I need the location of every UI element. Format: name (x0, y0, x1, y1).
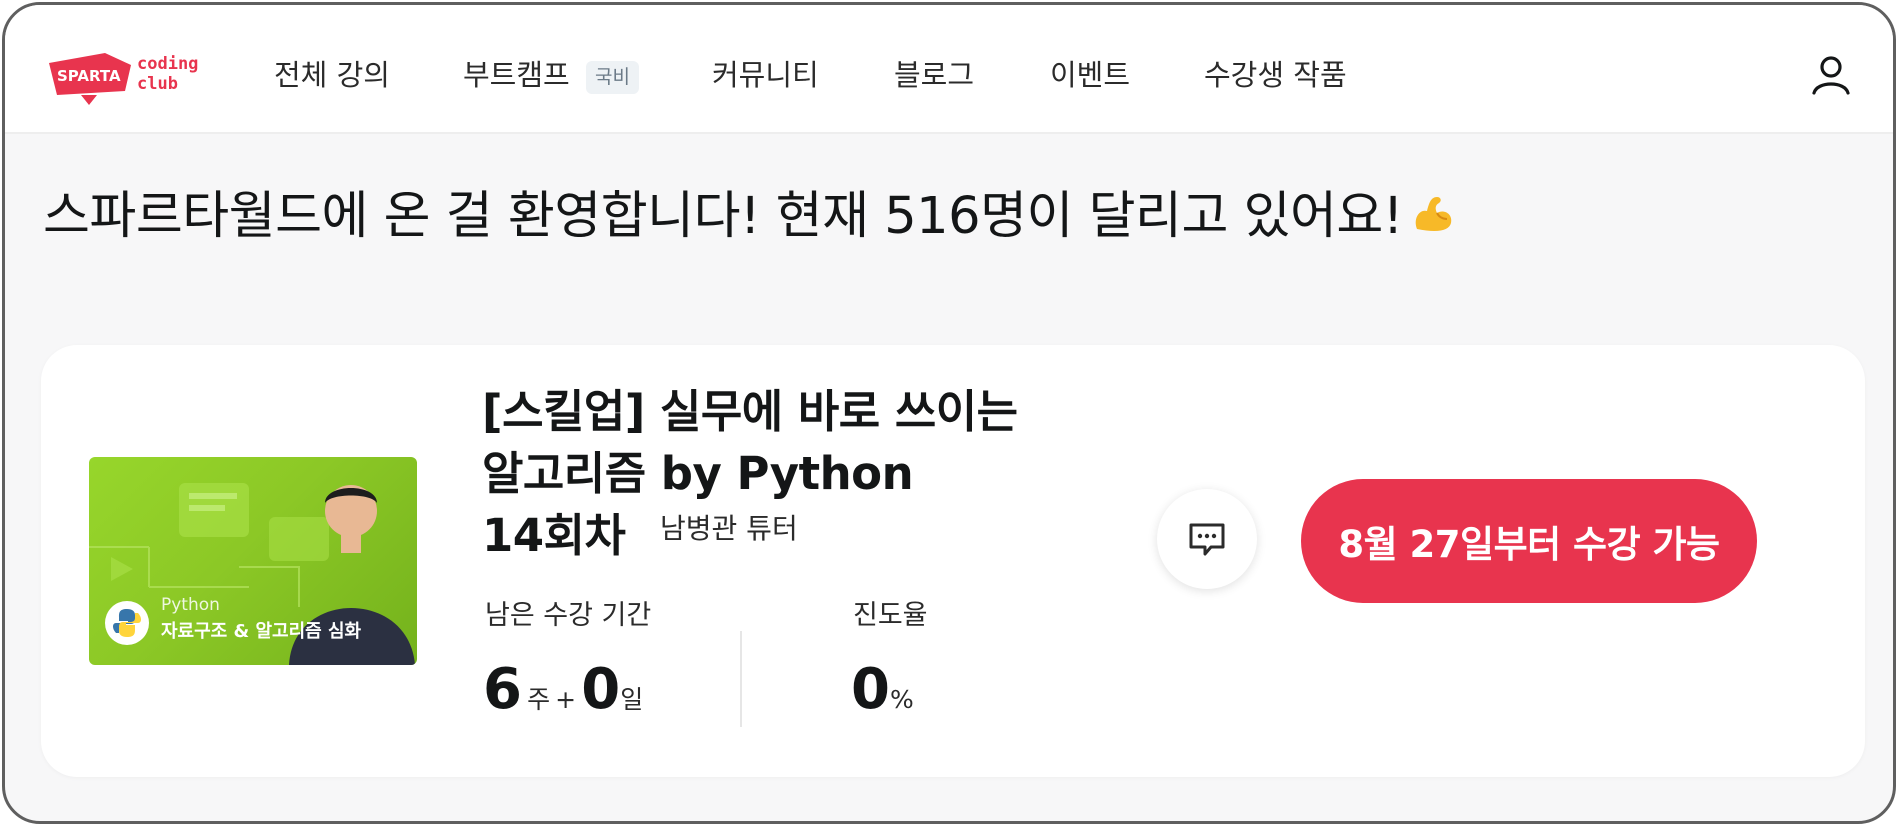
thumbnail-title: 자료구조 & 알고리즘 심화 (161, 621, 362, 642)
flexed-biceps-icon (1409, 189, 1457, 237)
remaining-days: 0 (581, 657, 621, 722)
stat-divider (740, 631, 742, 727)
thumbnail-subtitle: Python (161, 595, 220, 615)
weeks-unit: 주 (527, 685, 551, 714)
enroll-available-button[interactable]: 8월 27일부터 수강 가능 (1301, 479, 1757, 603)
course-thumbnail[interactable]: Python 자료구조 & 알고리즘 심화 (89, 457, 417, 665)
logo-text-club: club (137, 74, 178, 94)
chat-button[interactable] (1157, 489, 1257, 589)
logo-text-main: SPARTA (57, 67, 121, 85)
nav-student-works[interactable]: 수강생 작품 (1204, 57, 1347, 93)
plus-sign: + (555, 685, 577, 714)
nav-events[interactable]: 이벤트 (1050, 57, 1130, 93)
sparta-logo[interactable]: SPARTA coding club (45, 45, 235, 107)
course-title-line2: 알고리즘 by Python (482, 447, 914, 500)
tutor-name: 남병관 튜터 (660, 512, 798, 545)
python-logo-icon (105, 601, 149, 645)
welcome-text: 스파르타월드에 온 걸 환영합니다! 현재 516명이 달리고 있어요! (43, 187, 1403, 246)
days-unit: 일 (620, 685, 644, 714)
remaining-weeks: 6 (483, 657, 522, 722)
progress-label: 진도율 (853, 600, 928, 631)
nav-blog[interactable]: 블로그 (894, 57, 974, 93)
remaining-period-value: 6 주 + 0일 (483, 657, 643, 736)
nav-community[interactable]: 커뮤니티 (712, 57, 819, 93)
course-card: Python 자료구조 & 알고리즘 심화 [스킬업] 실무에 바로 쓰이는 알… (41, 345, 1865, 777)
remaining-period-label: 남은 수강 기간 (485, 600, 652, 631)
top-navigation: SPARTA coding club 전체 강의 부트캠프 국비 커뮤니티 블로… (5, 5, 1893, 134)
bootcamp-badge: 국비 (586, 61, 639, 94)
percent-unit: % (889, 685, 914, 714)
progress-value: 0% (851, 657, 914, 736)
progress-percent: 0 (851, 657, 890, 722)
course-title-line1: [스킬업] 실무에 바로 쓰이는 (482, 385, 1018, 438)
nav-bootcamp[interactable]: 부트캠프 (463, 57, 570, 93)
user-icon[interactable] (1809, 53, 1853, 97)
app-window: SPARTA coding club 전체 강의 부트캠프 국비 커뮤니티 블로… (2, 2, 1896, 824)
nav-all-courses[interactable]: 전체 강의 (274, 57, 390, 93)
logo-text-coding: coding (137, 54, 198, 74)
welcome-message: 스파르타월드에 온 걸 환영합니다! 현재 516명이 달리고 있어요! (43, 185, 1457, 249)
chat-icon (1189, 523, 1225, 556)
